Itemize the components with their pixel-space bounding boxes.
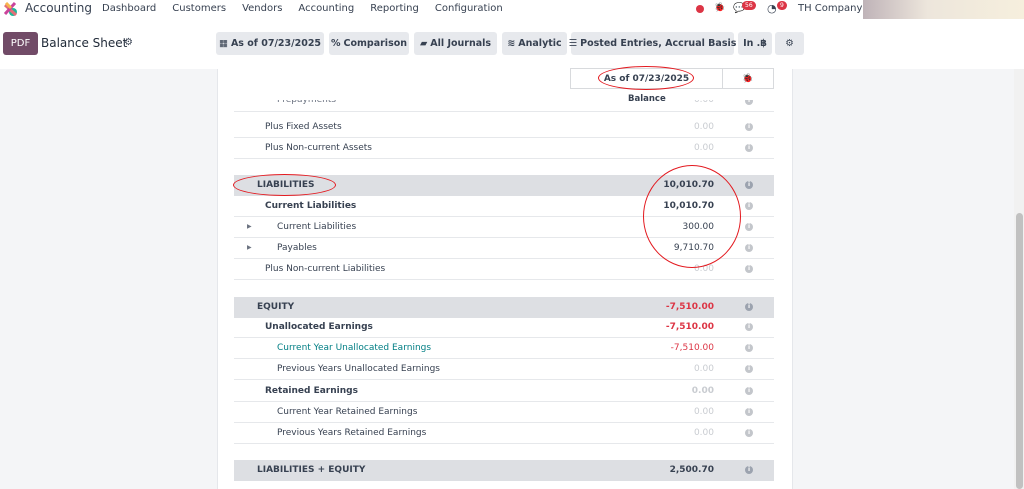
info-icon[interactable]: i bbox=[745, 265, 753, 273]
row-label: Previous Years Retained Earnings bbox=[277, 428, 427, 438]
company-switcher[interactable]: TH Company bbox=[798, 3, 862, 14]
report-row[interactable]: Plus Fixed Assets 0.00 i bbox=[234, 117, 774, 138]
row-label[interactable]: Current Year Unallocated Earnings bbox=[277, 343, 431, 353]
info-icon[interactable]: i bbox=[745, 429, 753, 437]
row-label: Plus Non-current Liabilities bbox=[265, 264, 386, 274]
info-icon[interactable]: i bbox=[745, 123, 753, 131]
journals-button[interactable]: ▰ All Journals bbox=[414, 32, 497, 55]
row-label: EQUITY bbox=[257, 302, 295, 312]
book-icon: ▰ bbox=[419, 38, 428, 49]
sliders-icon: ☰ bbox=[568, 38, 578, 49]
row-value[interactable]: 0.00 bbox=[692, 386, 714, 396]
row-label: Plus Non-current Assets bbox=[265, 143, 372, 153]
row-value[interactable]: 0.00 bbox=[694, 364, 714, 374]
info-icon[interactable]: i bbox=[745, 466, 753, 474]
main-menu: Dashboard Customers Vendors Accounting R… bbox=[102, 3, 519, 14]
menu-reporting[interactable]: Reporting bbox=[370, 3, 419, 14]
row-value[interactable]: -7,510.00 bbox=[671, 343, 714, 353]
row-value[interactable]: -7,510.00 bbox=[666, 302, 714, 312]
row-label: Prepayments bbox=[277, 100, 337, 105]
info-icon[interactable]: i bbox=[745, 303, 753, 311]
bug-icon: 🐞 bbox=[742, 73, 754, 84]
info-icon[interactable]: i bbox=[745, 323, 753, 331]
row-label: Unallocated Earnings bbox=[265, 322, 373, 332]
report-row[interactable]: Current Year Unallocated Earnings -7,510.… bbox=[234, 338, 774, 359]
status-dot-icon[interactable] bbox=[696, 5, 704, 13]
messages-badge: 56 bbox=[742, 1, 756, 10]
percent-icon: % bbox=[330, 38, 341, 49]
row-value[interactable]: 0.00 bbox=[694, 122, 714, 132]
report-row[interactable]: Current Year Retained Earnings 0.00 i bbox=[234, 402, 774, 423]
expand-caret-icon[interactable]: ▶ bbox=[247, 244, 252, 251]
scrollbar-thumb[interactable] bbox=[1016, 213, 1023, 489]
date-filter-button[interactable]: ▦ As of 07/23/2025 bbox=[216, 32, 324, 55]
row-value[interactable]: -7,510.00 bbox=[666, 322, 714, 332]
row-label: Previous Years Unallocated Earnings bbox=[277, 364, 440, 374]
layers-icon: ≋ bbox=[507, 38, 516, 49]
top-navbar: Accounting Dashboard Customers Vendors A… bbox=[0, 0, 1024, 19]
row-value[interactable]: 0.00 bbox=[694, 407, 714, 417]
activity-clock-icon[interactable]: ◔ bbox=[767, 2, 777, 15]
info-icon[interactable]: i bbox=[745, 144, 753, 152]
annotation-ellipse bbox=[598, 66, 694, 90]
column-debug-button[interactable]: 🐞 bbox=[722, 68, 774, 89]
row-label: Retained Earnings bbox=[265, 386, 358, 396]
report-row[interactable]: Prepayments 0.00 i bbox=[234, 100, 774, 112]
gear-icon[interactable]: ⚙ bbox=[124, 37, 133, 48]
entries-filter-button[interactable]: ☰ Posted Entries, Accrual Basis bbox=[568, 32, 736, 55]
info-icon[interactable]: i bbox=[745, 181, 753, 189]
menu-configuration[interactable]: Configuration bbox=[435, 3, 503, 14]
report-row[interactable]: Plus Non-current Assets 0.00 i bbox=[234, 138, 774, 159]
row-value[interactable]: 0.00 bbox=[694, 100, 714, 105]
report-row[interactable]: LIABILITIES + EQUITY 2,500.70 i bbox=[234, 460, 774, 481]
settings-cogs-button[interactable]: ⚙ bbox=[775, 32, 804, 55]
cogs-icon: ⚙ bbox=[785, 38, 794, 49]
row-label: LIABILITIES + EQUITY bbox=[257, 465, 366, 475]
bug-icon[interactable]: 🐞 bbox=[714, 3, 725, 13]
annotation-ellipse bbox=[643, 165, 741, 268]
info-icon[interactable]: i bbox=[745, 223, 753, 231]
info-icon[interactable]: i bbox=[745, 202, 753, 210]
row-label: Current Year Retained Earnings bbox=[277, 407, 418, 417]
annotation-ellipse bbox=[233, 174, 336, 196]
row-label: Current Liabilities bbox=[265, 201, 357, 211]
expand-caret-icon[interactable]: ▶ bbox=[247, 223, 252, 230]
info-icon[interactable]: i bbox=[745, 100, 753, 105]
analytic-button[interactable]: ≋ Analytic bbox=[502, 32, 567, 55]
report-row[interactable]: Unallocated Earnings -7,510.00 i bbox=[234, 317, 774, 338]
row-value[interactable]: 0.00 bbox=[694, 428, 714, 438]
menu-vendors[interactable]: Vendors bbox=[242, 3, 282, 14]
row-label: Payables bbox=[277, 243, 317, 253]
currency-button[interactable]: In .฿ bbox=[738, 32, 772, 55]
row-label: Current Liabilities bbox=[277, 222, 357, 232]
info-icon[interactable]: i bbox=[745, 244, 753, 252]
row-value[interactable]: 2,500.70 bbox=[670, 465, 714, 475]
report-row[interactable]: Retained Earnings 0.00 i bbox=[234, 381, 774, 402]
calendar-icon: ▦ bbox=[218, 38, 228, 49]
activities-badge: 9 bbox=[777, 1, 787, 10]
user-avatar[interactable] bbox=[863, 0, 1024, 19]
accounting-app-logo[interactable] bbox=[4, 2, 18, 16]
info-icon[interactable]: i bbox=[745, 408, 753, 416]
report-row[interactable]: EQUITY -7,510.00 i bbox=[234, 297, 774, 318]
pdf-button[interactable]: PDF bbox=[3, 32, 38, 55]
info-icon[interactable]: i bbox=[745, 365, 753, 373]
page-title: Balance Sheet bbox=[41, 36, 128, 50]
menu-dashboard[interactable]: Dashboard bbox=[102, 3, 156, 14]
app-name[interactable]: Accounting bbox=[25, 1, 92, 15]
report-row[interactable]: Previous Years Unallocated Earnings 0.00 i bbox=[234, 359, 774, 380]
row-value[interactable]: 0.00 bbox=[694, 143, 714, 153]
menu-accounting[interactable]: Accounting bbox=[298, 3, 354, 14]
row-label: Plus Fixed Assets bbox=[265, 122, 342, 132]
info-icon[interactable]: i bbox=[745, 387, 753, 395]
menu-customers[interactable]: Customers bbox=[172, 3, 226, 14]
info-icon[interactable]: i bbox=[745, 344, 753, 352]
comparison-button[interactable]: % Comparison bbox=[329, 32, 409, 55]
report-row[interactable]: Previous Years Retained Earnings 0.00 i bbox=[234, 423, 774, 444]
